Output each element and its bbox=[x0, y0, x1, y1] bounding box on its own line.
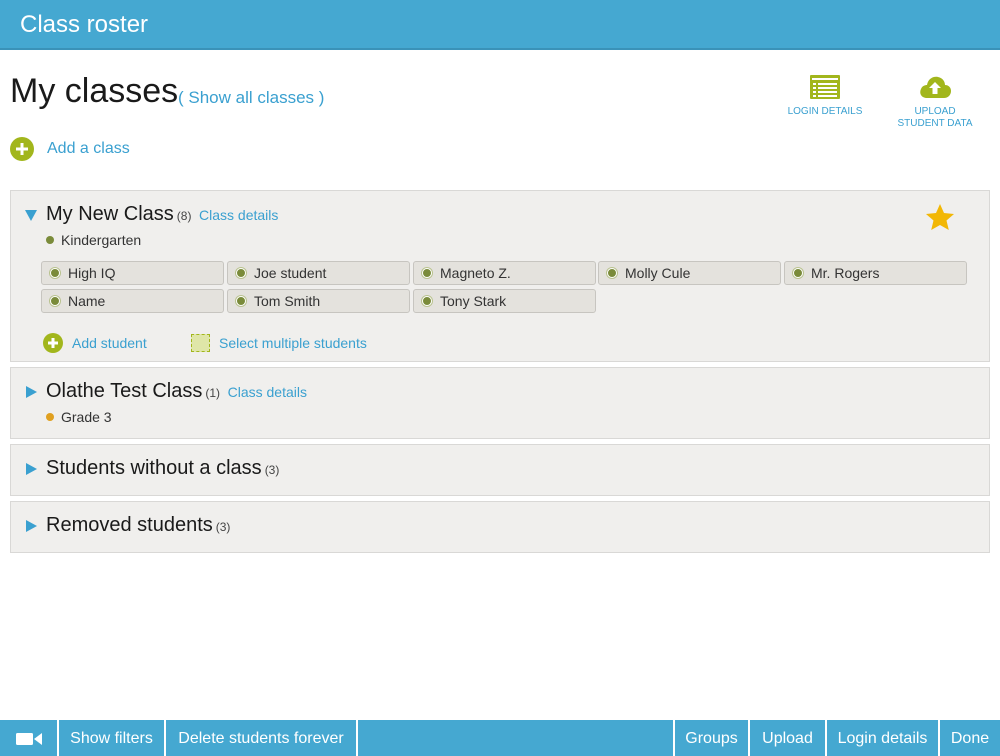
student-chip[interactable]: Molly Cule bbox=[598, 261, 781, 285]
dashed-select-icon bbox=[191, 334, 210, 352]
login-details-tool[interactable]: LOGIN DETAILS bbox=[780, 74, 870, 118]
class-header: My New Class (8) Class details bbox=[46, 203, 278, 226]
class-count: (1) bbox=[205, 386, 221, 400]
upload-student-data-tool[interactable]: UPLOAD STUDENT DATA bbox=[890, 74, 980, 130]
add-class-button[interactable]: Add a class bbox=[10, 137, 130, 161]
select-multiple-students-button[interactable]: Select multiple students bbox=[191, 334, 367, 352]
group-header: Removed students (3) bbox=[46, 514, 230, 537]
favorite-star-icon[interactable] bbox=[925, 203, 955, 231]
student-chip[interactable]: Tom Smith bbox=[227, 289, 410, 313]
status-dot-icon bbox=[50, 268, 60, 278]
student-name: Molly Cule bbox=[625, 265, 691, 281]
expand-triangle-icon[interactable] bbox=[26, 386, 37, 398]
student-chip[interactable]: Mr. Rogers bbox=[784, 261, 967, 285]
show-all-classes-link[interactable]: ( Show all classes ) bbox=[178, 88, 324, 108]
status-dot-icon bbox=[422, 268, 432, 278]
student-name: High IQ bbox=[68, 265, 116, 281]
student-chip[interactable]: High IQ bbox=[41, 261, 224, 285]
group-name: Removed students bbox=[46, 514, 213, 536]
video-camera-icon bbox=[15, 733, 42, 745]
class-header: Olathe Test Class (1) Class details bbox=[46, 380, 307, 403]
add-circle-icon bbox=[10, 137, 34, 161]
add-circle-icon bbox=[43, 333, 63, 353]
app-header: Class roster bbox=[0, 0, 1000, 50]
collapse-triangle-icon[interactable] bbox=[25, 210, 37, 221]
student-name: Name bbox=[68, 293, 106, 309]
student-name: Magneto Z. bbox=[440, 265, 511, 281]
student-chip[interactable]: Name bbox=[41, 289, 224, 313]
add-student-button[interactable]: Add student bbox=[43, 333, 147, 353]
status-dot-icon bbox=[50, 296, 60, 306]
student-name: Tony Stark bbox=[440, 293, 507, 309]
upload-student-data-label: UPLOAD STUDENT DATA bbox=[897, 106, 973, 129]
class-details-link[interactable]: Class details bbox=[199, 207, 278, 223]
student-chip[interactable]: Magneto Z. bbox=[413, 261, 596, 285]
status-dot-icon bbox=[236, 296, 246, 306]
class-count: (8) bbox=[176, 209, 192, 223]
done-button[interactable]: Done bbox=[938, 720, 1000, 756]
group-panel: Students without a class (3) bbox=[10, 444, 990, 496]
groups-button[interactable]: Groups bbox=[673, 720, 748, 756]
group-header: Students without a class (3) bbox=[46, 457, 279, 480]
student-name: Mr. Rogers bbox=[811, 265, 880, 281]
page-title: My classes bbox=[10, 72, 179, 110]
status-dot-icon bbox=[236, 268, 246, 278]
login-details-button[interactable]: Login details bbox=[825, 720, 938, 756]
group-panel: Removed students (3) bbox=[10, 501, 990, 553]
upload-button[interactable]: Upload bbox=[748, 720, 825, 756]
grade-dot-icon bbox=[46, 236, 54, 244]
select-multiple-label: Select multiple students bbox=[219, 335, 367, 351]
group-name: Students without a class bbox=[46, 457, 262, 479]
group-count: (3) bbox=[215, 520, 231, 534]
add-class-label: Add a class bbox=[47, 140, 130, 157]
show-filters-button[interactable]: Show filters bbox=[57, 720, 164, 756]
delete-students-forever-button[interactable]: Delete students forever bbox=[164, 720, 356, 756]
status-dot-icon bbox=[607, 268, 617, 278]
grade-label: Kindergarten bbox=[61, 232, 142, 248]
class-details-link[interactable]: Class details bbox=[228, 384, 307, 400]
class-panel: My New Class (8) Class details Kindergart… bbox=[10, 190, 990, 362]
student-name: Tom Smith bbox=[254, 293, 321, 309]
class-grade: Kindergarten bbox=[46, 232, 141, 248]
grade-dot-icon bbox=[46, 413, 54, 421]
add-student-label: Add student bbox=[72, 335, 147, 351]
app-title: Class roster bbox=[20, 11, 149, 38]
grade-label: Grade 3 bbox=[61, 409, 112, 425]
toolbar-spacer bbox=[356, 720, 673, 756]
cloud-upload-icon bbox=[920, 76, 951, 98]
student-chip[interactable]: Tony Stark bbox=[413, 289, 596, 313]
class-grade: Grade 3 bbox=[46, 409, 112, 425]
group-count: (3) bbox=[264, 463, 280, 477]
student-chip[interactable]: Joe student bbox=[227, 261, 410, 285]
class-name: Olathe Test Class bbox=[46, 380, 203, 402]
status-dot-icon bbox=[422, 296, 432, 306]
login-details-label: LOGIN DETAILS bbox=[787, 106, 863, 117]
class-panel: Olathe Test Class (1) Class details Grade… bbox=[10, 367, 990, 439]
expand-triangle-icon[interactable] bbox=[26, 463, 37, 475]
bottom-toolbar: Show filters Delete students forever Gro… bbox=[0, 718, 1000, 756]
status-dot-icon bbox=[793, 268, 803, 278]
video-button[interactable] bbox=[0, 720, 57, 756]
login-list-icon bbox=[810, 75, 840, 99]
expand-triangle-icon[interactable] bbox=[26, 520, 37, 532]
class-name: My New Class bbox=[46, 203, 174, 225]
student-name: Joe student bbox=[254, 265, 327, 281]
